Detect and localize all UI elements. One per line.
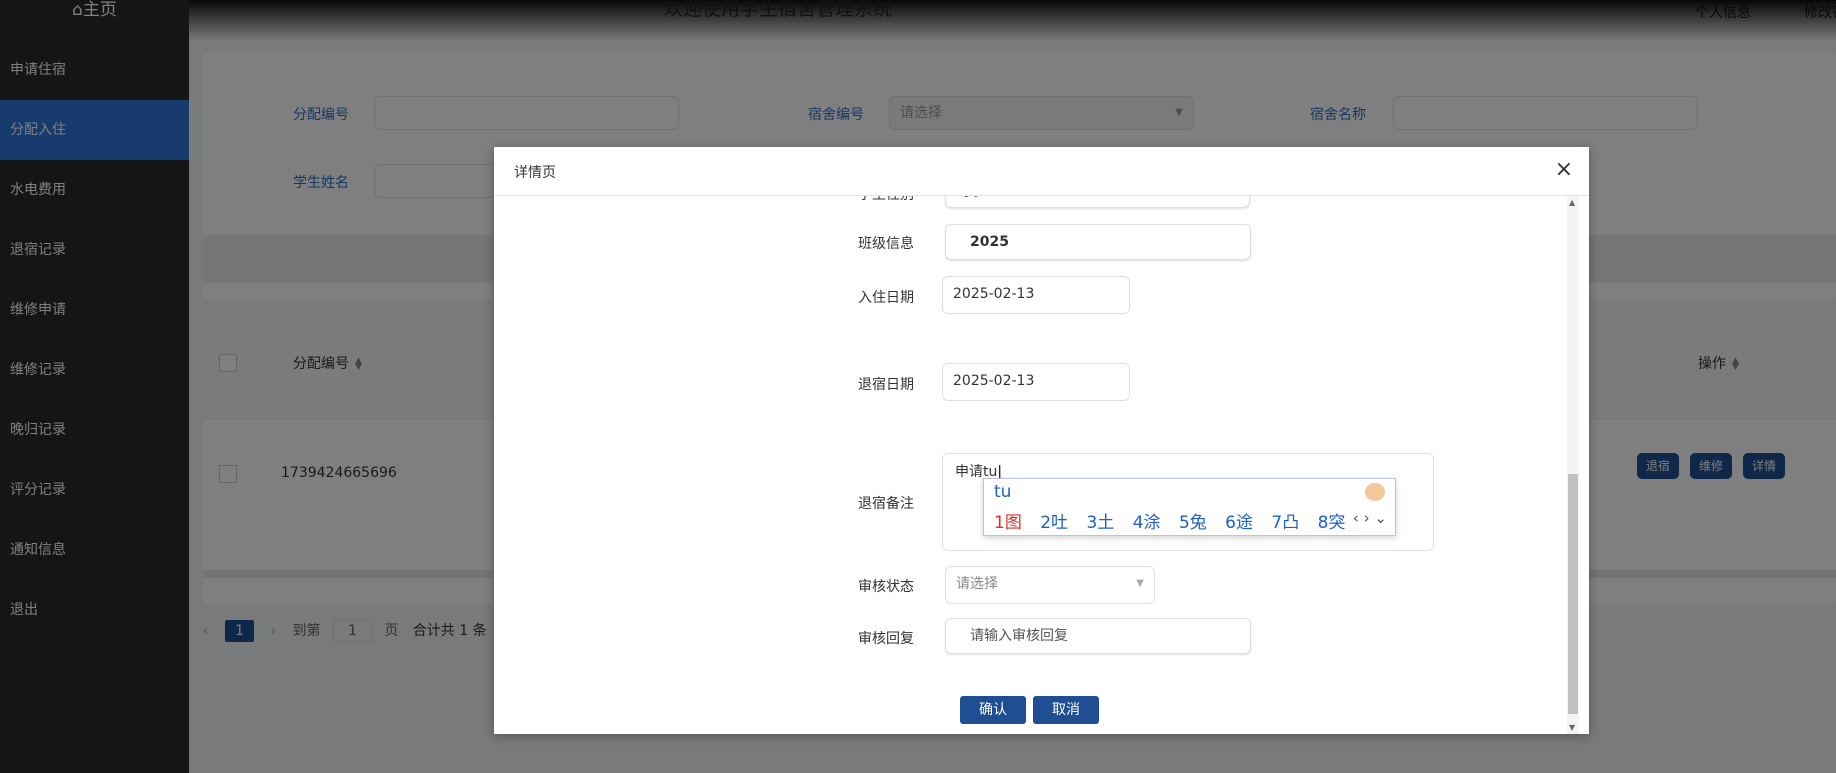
- scroll-up-icon[interactable]: ▲: [1569, 198, 1575, 207]
- checkin-date-value: 2025-02-13: [953, 286, 1035, 302]
- scroll-down-icon[interactable]: ▼: [1569, 723, 1575, 732]
- checkout-date-label: 退宿日期: [858, 377, 914, 393]
- close-icon[interactable]: ×: [1555, 157, 1573, 182]
- gender-field[interactable]: 女: [945, 196, 1250, 208]
- checkout-date-field[interactable]: 2025-02-13: [942, 363, 1130, 401]
- ime-page-nav-icon[interactable]: ‹ › ⌄: [1353, 509, 1387, 527]
- scroll-thumb[interactable]: [1568, 474, 1578, 714]
- ime-skin-icon[interactable]: [1365, 483, 1385, 501]
- confirm-button[interactable]: 确认: [960, 696, 1026, 724]
- dialog-header: 详情页 ×: [494, 147, 1589, 196]
- checkout-remark-label: 退宿备注: [858, 496, 914, 512]
- audit-status-placeholder: 请选择: [956, 576, 998, 592]
- checkin-date-label: 入住日期: [858, 290, 914, 306]
- audit-status-label: 审核状态: [858, 579, 914, 595]
- dialog-body: 学生性别 女 班级信息 2025 入住日期 2025-02-13 退宿日期 20…: [494, 196, 1589, 734]
- ime-candidates: 1图 2吐 3土 4涂 5兔 6途 7凸 8突: [994, 508, 1358, 533]
- detail-dialog: 详情页 × 学生性别 女 班级信息 2025 入住日期 2025-02-13 退…: [494, 147, 1589, 734]
- gender-label: 学生性别: [794, 196, 914, 204]
- audit-reply-placeholder: 请输入审核回复: [970, 628, 1068, 644]
- audit-reply-input[interactable]: 请输入审核回复: [945, 618, 1251, 654]
- ime-candidate[interactable]: 3土: [1086, 513, 1114, 533]
- ime-candidate[interactable]: 4涂: [1133, 513, 1161, 533]
- gender-value: 女: [964, 196, 978, 200]
- checkin-date-field[interactable]: 2025-02-13: [942, 276, 1130, 314]
- ime-candidate-popup: tu 1图 2吐 3土 4涂 5兔 6途 7凸 8突 ‹ › ⌄: [983, 478, 1396, 536]
- ime-candidate[interactable]: 5兔: [1179, 513, 1207, 533]
- class-label: 班级信息: [858, 236, 914, 252]
- cancel-button[interactable]: 取消: [1033, 696, 1099, 724]
- ime-candidate[interactable]: 2吐: [1040, 513, 1068, 533]
- ime-pinyin: tu: [994, 482, 1012, 502]
- dialog-scrollbar[interactable]: ▲ ▼: [1567, 196, 1579, 734]
- dialog-title: 详情页: [514, 165, 556, 181]
- audit-status-select[interactable]: 请选择 ▼: [945, 566, 1155, 604]
- chevron-down-icon: ▼: [1136, 578, 1144, 589]
- class-value: 2025: [970, 234, 1009, 250]
- ime-candidate[interactable]: 6途: [1225, 513, 1253, 533]
- audit-reply-label: 审核回复: [858, 631, 914, 647]
- ime-candidate[interactable]: 7凸: [1271, 513, 1299, 533]
- class-field[interactable]: 2025: [945, 224, 1251, 260]
- ime-candidate[interactable]: 8突: [1318, 513, 1346, 533]
- checkout-date-value: 2025-02-13: [953, 373, 1035, 389]
- ime-candidate[interactable]: 1图: [994, 513, 1022, 533]
